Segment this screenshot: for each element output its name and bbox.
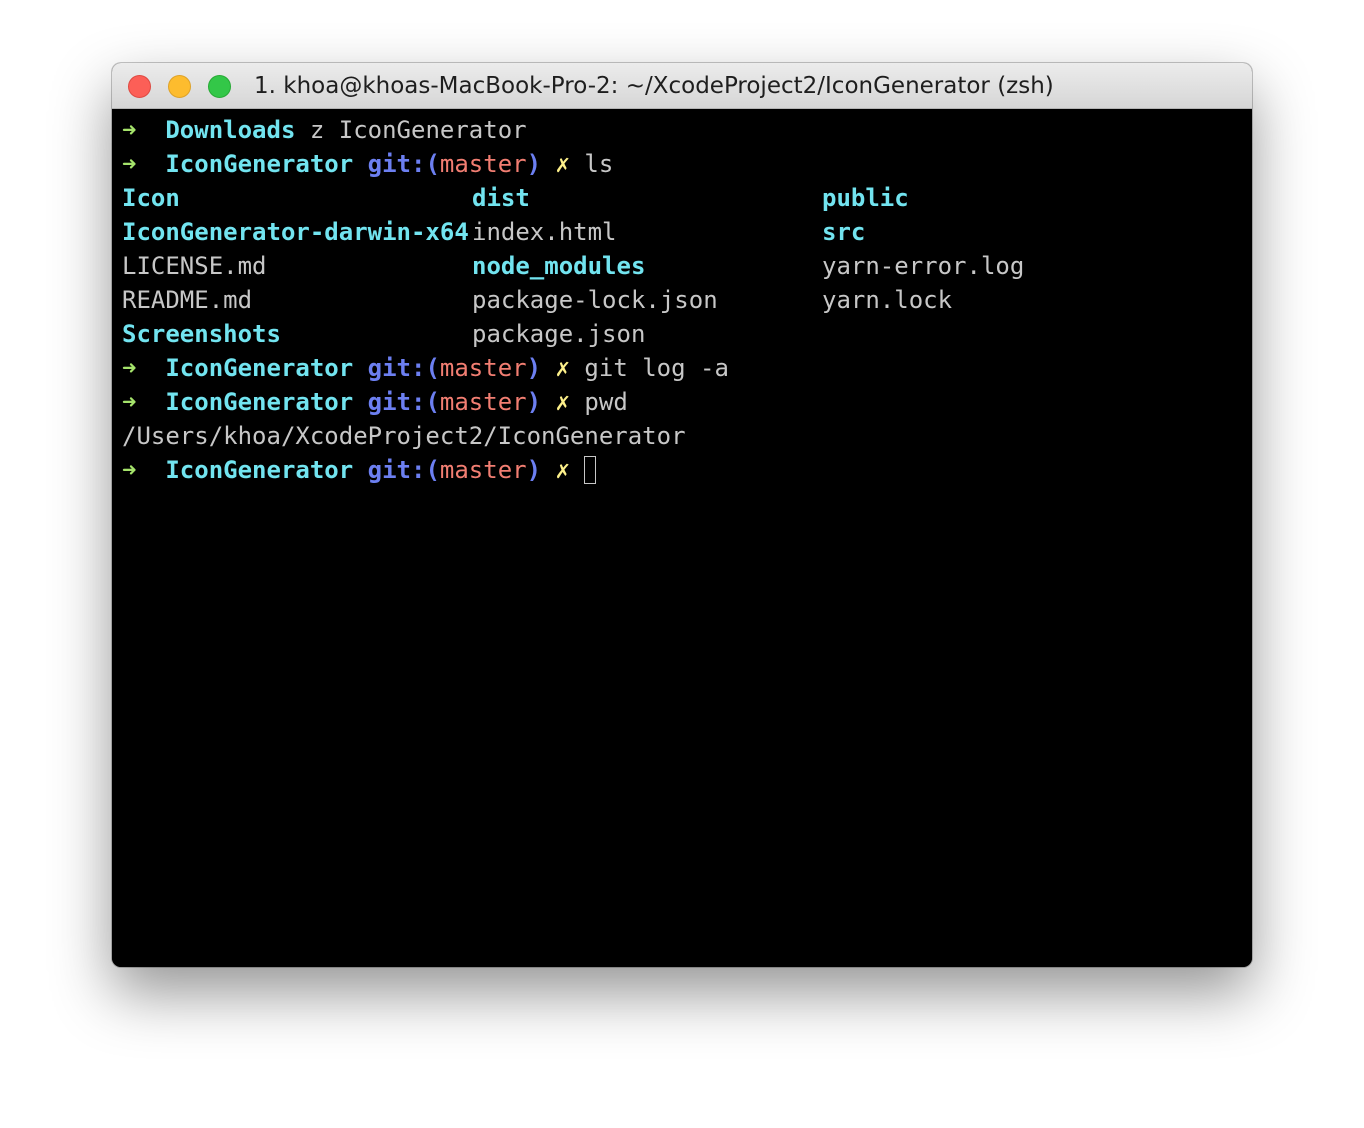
- ls-entry-file: yarn-error.log: [822, 252, 1025, 280]
- text-cursor[interactable]: [584, 456, 597, 484]
- git-label-close: ): [526, 388, 542, 416]
- git-label-close: ): [526, 354, 542, 382]
- git-branch: master: [439, 354, 527, 382]
- prompt-line: ➜ IconGenerator git:(master) ✗ git log -…: [122, 351, 729, 385]
- prompt-directory: IconGenerator: [165, 150, 354, 178]
- command-output: /Users/khoa/XcodeProject2/IconGenerator: [122, 422, 686, 450]
- window-title: 1. khoa@khoas-MacBook-Pro-2: ~/XcodeProj…: [254, 73, 1054, 99]
- prompt-directory: IconGenerator: [165, 388, 354, 416]
- dirty-marker-icon: ✗: [555, 150, 570, 178]
- prompt-directory: IconGenerator: [165, 456, 354, 484]
- ls-entry-file: README.md: [122, 286, 253, 314]
- prompt-line: ➜ Downloads z IconGenerator: [122, 113, 527, 147]
- ls-output-row: Screenshots package.json: [122, 317, 1222, 351]
- git-label: git:(: [367, 150, 440, 178]
- dirty-marker-icon: ✗: [555, 456, 570, 484]
- zoom-button[interactable]: [208, 75, 231, 98]
- ls-entry-directory: src: [822, 218, 866, 246]
- git-label: git:(: [367, 388, 440, 416]
- prompt-arrow-icon: ➜: [122, 150, 137, 178]
- ls-entry-file: package.json: [472, 320, 646, 348]
- ls-output-row: README.md package-lock.json yarn.lock: [122, 283, 1222, 317]
- prompt-directory: Downloads: [165, 116, 296, 144]
- git-branch: master: [439, 456, 527, 484]
- ls-entry-directory: Screenshots: [122, 320, 281, 348]
- command-text: z IconGenerator: [309, 116, 527, 144]
- ls-entry-directory: public: [822, 184, 909, 212]
- ls-entry-file: index.html: [472, 218, 617, 246]
- ls-output-row: LICENSE.md node_modules yarn-error.log: [122, 249, 1222, 283]
- prompt-arrow-icon: ➜: [122, 388, 137, 416]
- git-label: git:(: [367, 354, 440, 382]
- prompt-line: ➜ IconGenerator git:(master) ✗ pwd: [122, 385, 628, 419]
- ls-entry-directory: Icon: [122, 184, 180, 212]
- ls-entry-directory: IconGenerator-darwin-x64: [122, 218, 469, 246]
- git-branch: master: [439, 388, 527, 416]
- terminal-content[interactable]: ➜ Downloads z IconGenerator ➜ IconGenera…: [112, 109, 1252, 967]
- ls-entry-file: package-lock.json: [472, 286, 718, 314]
- command-text: git log -a: [584, 354, 729, 382]
- prompt-line: ➜ IconGenerator git:(master) ✗ ls: [122, 147, 613, 181]
- ls-entry-directory: dist: [472, 184, 530, 212]
- command-text: pwd: [584, 388, 628, 416]
- ls-entry-file: LICENSE.md: [122, 252, 267, 280]
- prompt-arrow-icon: ➜: [122, 116, 137, 144]
- ls-output-row: Icon dist public: [122, 181, 1222, 215]
- active-prompt-line[interactable]: ➜ IconGenerator git:(master) ✗: [122, 453, 597, 487]
- dirty-marker-icon: ✗: [555, 388, 570, 416]
- ls-entry-directory: node_modules: [472, 252, 646, 280]
- minimize-button[interactable]: [168, 75, 191, 98]
- ls-entry-file: yarn.lock: [822, 286, 953, 314]
- git-label-close: ): [526, 456, 542, 484]
- close-button[interactable]: [128, 75, 151, 98]
- title-bar[interactable]: 1. khoa@khoas-MacBook-Pro-2: ~/XcodeProj…: [112, 63, 1252, 109]
- ls-output-row: IconGenerator-darwin-x64 index.html src: [122, 215, 1222, 249]
- git-label-close: ): [526, 150, 542, 178]
- terminal-window: 1. khoa@khoas-MacBook-Pro-2: ~/XcodeProj…: [112, 63, 1252, 967]
- prompt-arrow-icon: ➜: [122, 354, 137, 382]
- prompt-directory: IconGenerator: [165, 354, 354, 382]
- command-text: ls: [584, 150, 614, 178]
- dirty-marker-icon: ✗: [555, 354, 570, 382]
- git-branch: master: [439, 150, 527, 178]
- git-label: git:(: [367, 456, 440, 484]
- prompt-arrow-icon: ➜: [122, 456, 137, 484]
